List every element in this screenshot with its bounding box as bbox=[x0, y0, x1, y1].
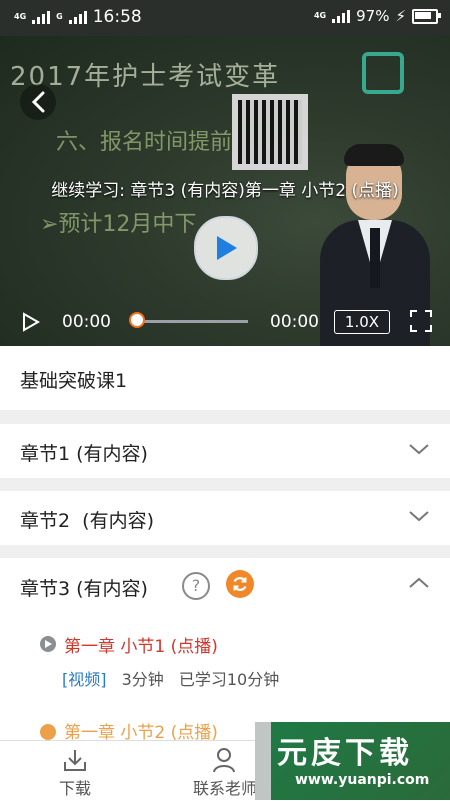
brand-logo bbox=[362, 52, 404, 94]
progress-knob[interactable] bbox=[129, 312, 145, 328]
speed-button[interactable]: 1.0X bbox=[334, 310, 390, 334]
play-outline-icon bbox=[23, 312, 41, 332]
player-controls: 00:00 00:00 1.0X bbox=[0, 304, 450, 346]
fullscreen-icon bbox=[410, 310, 432, 332]
battery-icon bbox=[412, 8, 441, 24]
chapter-row-1[interactable]: 章节1 (有内容) bbox=[0, 424, 450, 478]
user-icon bbox=[213, 748, 235, 773]
play-icon bbox=[217, 236, 237, 260]
board-line-1: 六、报名时间提前 bbox=[56, 130, 233, 155]
download-label: 下载 bbox=[58, 779, 91, 798]
watermark-logo: 元庋下载 www.yuanpi.com bbox=[255, 722, 450, 800]
network-type-right: 4G bbox=[313, 11, 327, 20]
chapter-label: 章节1 (有内容) bbox=[20, 443, 148, 465]
lesson-play-icon bbox=[40, 636, 56, 652]
chapter-row-3: 章节3 (有内容) ? 第一章 小节1 (点播) [视频] 3分钟 已学习10分… bbox=[0, 558, 450, 748]
qr-code-image bbox=[232, 94, 308, 170]
refresh-icon bbox=[233, 577, 247, 591]
board-line-2: ➢预计12月中下 bbox=[40, 212, 197, 237]
charging-icon: ⚡ bbox=[395, 7, 406, 25]
battery-percent: 97% bbox=[356, 7, 390, 25]
help-icon[interactable]: ? bbox=[182, 572, 210, 600]
lesson-meta: [视频] 3分钟 已学习10分钟 bbox=[62, 666, 279, 690]
download-tab[interactable]: 下载 bbox=[0, 743, 150, 801]
refresh-button[interactable] bbox=[226, 570, 254, 598]
network-type-left: 4G bbox=[14, 12, 27, 21]
lesson-studied: 已学习10分钟 bbox=[178, 670, 280, 689]
fullscreen-button[interactable] bbox=[410, 310, 432, 337]
lesson-duration: 3分钟 bbox=[121, 670, 164, 689]
chapter-row-2[interactable]: 章节2 (有内容) bbox=[0, 491, 450, 545]
watermark-url: www.yuanpi.com bbox=[295, 772, 430, 788]
signal-icon-right bbox=[332, 9, 351, 23]
lesson-type-tag: [视频] bbox=[62, 670, 107, 689]
network-type-left-2: G bbox=[56, 12, 63, 21]
back-button[interactable] bbox=[20, 84, 56, 120]
chevron-down-icon bbox=[409, 444, 429, 455]
contact-label: 联系老师 bbox=[192, 779, 257, 798]
progress-track[interactable] bbox=[140, 320, 248, 323]
board-title: 2017年护士考试变革 bbox=[10, 62, 281, 92]
download-icon bbox=[64, 750, 86, 771]
video-title: 继续学习: 章节3 (有内容)第一章 小节2 (点播) bbox=[51, 181, 399, 201]
course-header: 基础突破课1 bbox=[0, 346, 450, 410]
lesson-playing-icon bbox=[40, 724, 56, 740]
chevron-left-icon bbox=[31, 91, 45, 113]
watermark-text: 元庋下载 bbox=[277, 736, 413, 771]
chevron-down-icon bbox=[409, 511, 429, 522]
play-button[interactable] bbox=[22, 312, 41, 337]
chapter-label: 章节2 (有内容) bbox=[20, 510, 154, 532]
current-time: 00:00 bbox=[62, 312, 111, 332]
status-bar: 4G G 16:58 4G 97% ⚡ bbox=[0, 0, 450, 36]
chevron-up-icon[interactable] bbox=[408, 576, 430, 590]
chapter-label[interactable]: 章节3 (有内容) bbox=[20, 574, 148, 601]
lesson-title[interactable]: 第一章 小节1 (点播) bbox=[64, 632, 218, 657]
clock: 16:58 bbox=[92, 7, 142, 27]
play-button-large[interactable] bbox=[194, 216, 258, 280]
course-title: 基础突破课1 bbox=[20, 370, 128, 392]
signal-icon-2 bbox=[68, 10, 87, 24]
signal-icon bbox=[32, 10, 51, 24]
total-time: 00:00 bbox=[270, 312, 319, 332]
video-player[interactable]: 2017年护士考试变革 六、报名时间提前 ➢预计12月中下 继续学习: 章节3 … bbox=[0, 36, 450, 346]
